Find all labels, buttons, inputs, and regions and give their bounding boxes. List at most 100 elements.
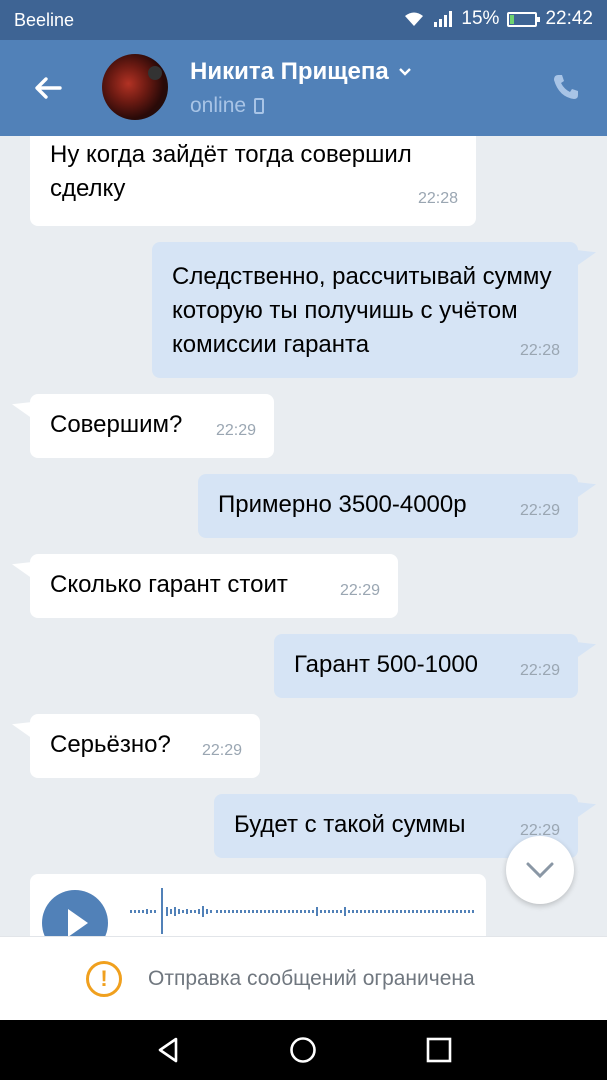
- waveform-bar: [220, 910, 222, 913]
- waveform-bar: [472, 910, 474, 913]
- waveform-bar: [256, 910, 258, 913]
- waveform-bar: [324, 910, 326, 913]
- scroll-down-icon: [526, 862, 554, 879]
- waveform-bar: [384, 910, 386, 913]
- status-indicators: 15% 22:42: [403, 8, 593, 30]
- waveform-bar: [392, 910, 394, 913]
- waveform-bar: [272, 910, 274, 913]
- waveform-bar: [236, 910, 238, 913]
- waveform-bar: [264, 910, 266, 913]
- chevron-down-icon: [398, 68, 411, 76]
- nav-home-icon[interactable]: [289, 1036, 317, 1064]
- message-outgoing: Гарант 500-1000 22:29: [274, 634, 578, 698]
- waveform-bar: [468, 910, 470, 913]
- waveform-bar: [424, 910, 426, 913]
- waveform-bar: [252, 910, 254, 913]
- waveform-bar: [464, 910, 466, 913]
- waveform[interactable]: [130, 888, 475, 934]
- status-bar: Beeline 15% 22:42: [0, 0, 607, 40]
- scroll-down-button[interactable]: [506, 836, 574, 904]
- contact-name: Никита Прищепа: [190, 58, 389, 85]
- battery-icon: [507, 11, 541, 27]
- waveform-bar: [444, 910, 446, 913]
- chat-header: Никита Прищепа online: [0, 40, 607, 136]
- wifi-icon: [405, 12, 424, 26]
- clock: 22:42: [545, 8, 593, 29]
- waveform-bar: [360, 910, 362, 913]
- waveform-bar: [352, 910, 354, 913]
- message-outgoing: Следственно, рассчитывай сумму которую т…: [152, 242, 578, 378]
- waveform-bar: [248, 910, 250, 913]
- message-list[interactable]: Ну когда зайдёт тогда совершил сделку 22…: [0, 136, 607, 936]
- back-arrow-icon[interactable]: [30, 70, 66, 106]
- message-time: 22:29: [215, 422, 256, 439]
- voice-message: [30, 874, 486, 936]
- message-time: 22:29: [519, 662, 560, 679]
- waveform-bar: [388, 910, 390, 913]
- waveform-bar: [332, 910, 334, 913]
- message-text: Гарант 500-1000: [294, 651, 479, 678]
- message-incoming: Серьёзно? 22:29: [30, 714, 260, 778]
- nav-recents-icon[interactable]: [425, 1036, 453, 1064]
- waveform-bar: [432, 910, 434, 913]
- waveform-bar: [440, 910, 442, 913]
- message-time: 22:29: [339, 582, 380, 599]
- message-time: 22:28: [417, 190, 458, 207]
- waveform-bar: [452, 910, 454, 913]
- waveform-bar: [328, 910, 330, 913]
- message-outgoing: Примерно 3500-4000р 22:29: [198, 474, 578, 538]
- waveform-bar: [348, 910, 350, 913]
- battery-percent: 15%: [461, 8, 500, 29]
- nav-back-icon[interactable]: [154, 1036, 182, 1064]
- message-time: 22:28: [519, 342, 560, 359]
- message-time: 22:29: [201, 742, 242, 759]
- waveform-bar: [316, 907, 318, 916]
- carrier-name: Beeline: [14, 10, 75, 30]
- signal-icon: [434, 11, 453, 27]
- waveform-bar: [280, 910, 282, 913]
- waveform-bar: [372, 910, 374, 913]
- waveform-bar: [404, 910, 406, 913]
- waveform-bar: [284, 910, 286, 913]
- waveform-bar: [416, 910, 418, 913]
- message-incoming: Сколько гарант стоит 22:29: [30, 554, 398, 618]
- system-navigation-bar: [0, 1020, 607, 1080]
- message-incoming: Совершим? 22:29: [30, 394, 274, 458]
- waveform-bar: [308, 910, 310, 913]
- waveform-bar: [288, 910, 290, 913]
- contact-name-row[interactable]: Никита Прищепа: [190, 58, 413, 86]
- restricted-notice-text: Отправка сообщений ограничена: [148, 967, 475, 990]
- waveform-bar: [232, 910, 234, 913]
- message-text: Следственно, рассчитывай сумму которую т…: [172, 263, 552, 358]
- online-status: online: [190, 94, 247, 117]
- message-text: Будет с такой суммы: [234, 811, 466, 838]
- waveform-bar: [304, 910, 306, 913]
- waveform-bar: [344, 907, 346, 916]
- waveform-bar: [412, 910, 414, 913]
- message-text: Серьёзно?: [50, 731, 171, 758]
- waveform-bar: [376, 910, 378, 913]
- waveform-bar: [312, 910, 314, 913]
- waveform-bar: [268, 910, 270, 913]
- waveform-bar: [448, 910, 450, 913]
- waveform-bar: [400, 910, 402, 913]
- waveform-bar: [456, 910, 458, 913]
- mobile-icon: [254, 98, 265, 114]
- waveform-bar: [320, 910, 322, 913]
- play-icon[interactable]: [42, 890, 108, 936]
- phone-icon[interactable]: [551, 72, 581, 102]
- message-text: Совершим?: [50, 411, 183, 438]
- waveform-bar: [216, 910, 218, 913]
- message-time: 22:29: [519, 502, 560, 519]
- waveform-bar: [276, 910, 278, 913]
- waveform-bar: [224, 910, 226, 913]
- waveform-bar: [368, 910, 370, 913]
- contact-status: online: [190, 94, 265, 118]
- waveform-bar: [340, 910, 342, 913]
- waveform-bar: [244, 910, 246, 913]
- waveform-bar: [296, 910, 298, 913]
- avatar[interactable]: [102, 54, 168, 120]
- waveform-bar: [260, 910, 262, 913]
- waveform-bar: [428, 910, 430, 913]
- message-text: Примерно 3500-4000р: [218, 491, 467, 518]
